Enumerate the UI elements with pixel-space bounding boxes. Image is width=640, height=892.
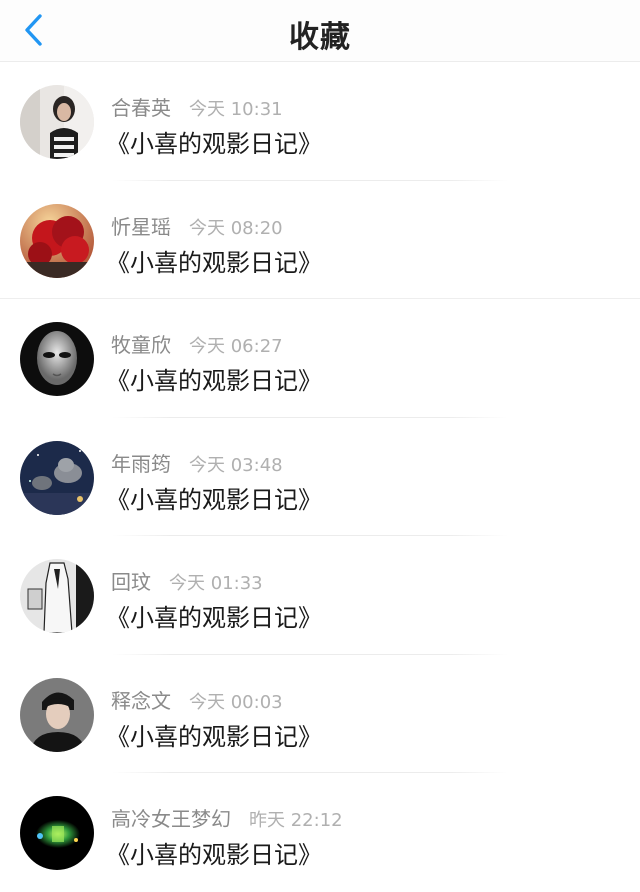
sender-name: 忻星瑶	[111, 214, 171, 239]
favorites-list: 合春英 今天 10:31 《小喜的观影日记》 忻星瑶 今天 08:20 《小喜的…	[0, 62, 640, 892]
man-portrait-avatar	[20, 677, 94, 752]
item-meta: 释念文 今天 00:03	[111, 685, 283, 714]
timestamp: 今天 10:31	[189, 99, 283, 120]
item-meta: 忻星瑶 今天 08:20	[111, 211, 283, 240]
item-meta: 年雨筠 今天 03:48	[111, 448, 283, 477]
avatar[interactable]	[20, 677, 94, 752]
list-item[interactable]: 牧童欣 今天 06:27 《小喜的观影日记》	[0, 299, 640, 418]
avatar[interactable]	[20, 322, 94, 396]
list-item[interactable]: 回玟 今天 01:33 《小喜的观影日记》	[0, 536, 640, 655]
timestamp: 今天 01:33	[169, 573, 263, 594]
message-text: 《小喜的观影日记》	[106, 130, 322, 158]
sender-name: 年雨筠	[111, 451, 171, 476]
woman-portrait-avatar	[20, 85, 94, 159]
item-meta: 合春英 今天 10:31	[111, 92, 283, 121]
sender-name: 回玟	[111, 570, 151, 594]
message-text: 《小喜的观影日记》	[106, 722, 322, 751]
sender-name: 牧童欣	[111, 333, 171, 357]
cats-night-avatar	[20, 440, 94, 515]
message-text: 《小喜的观影日记》	[106, 841, 322, 869]
timestamp: 今天 00:03	[189, 691, 283, 713]
sender-name: 释念文	[111, 688, 171, 713]
timestamp: 今天 08:20	[189, 217, 283, 239]
page-title: 收藏	[289, 20, 351, 55]
timestamp: 今天 03:48	[189, 454, 283, 476]
top-bar: 收藏	[0, 0, 640, 62]
list-item[interactable]: 忻星瑶 今天 08:20 《小喜的观影日记》	[0, 181, 640, 299]
avatar[interactable]	[20, 440, 94, 515]
timestamp: 今天 06:27	[189, 336, 283, 357]
sender-name: 高冷女王梦幻	[111, 807, 231, 831]
list-item[interactable]: 释念文 今天 00:03 《小喜的观影日记》	[0, 655, 640, 773]
sender-name: 合春英	[111, 96, 171, 120]
item-meta: 回玟 今天 01:33	[111, 566, 263, 595]
message-text: 《小喜的观影日记》	[106, 604, 322, 632]
message-text: 《小喜的观影日记》	[106, 485, 322, 514]
list-item[interactable]: 合春英 今天 10:31 《小喜的观影日记》	[0, 62, 640, 181]
green-glow-avatar	[20, 796, 94, 870]
list-item[interactable]: 高冷女王梦幻 昨天 22:12 《小喜的观影日记》	[0, 773, 640, 892]
sketch-figure-avatar	[20, 559, 94, 633]
avatar[interactable]	[20, 85, 94, 159]
avatar[interactable]	[20, 203, 94, 278]
item-meta: 高冷女王梦幻 昨天 22:12	[111, 803, 343, 832]
avatar[interactable]	[20, 796, 94, 870]
red-tree-avatar	[20, 203, 94, 278]
message-text: 《小喜的观影日记》	[106, 367, 322, 395]
list-item[interactable]: 年雨筠 今天 03:48 《小喜的观影日记》	[0, 418, 640, 536]
avatar[interactable]	[20, 559, 94, 633]
item-meta: 牧童欣 今天 06:27	[111, 329, 283, 358]
message-text: 《小喜的观影日记》	[106, 248, 322, 277]
timestamp: 昨天 22:12	[249, 810, 343, 831]
mask-face-avatar	[20, 322, 94, 396]
